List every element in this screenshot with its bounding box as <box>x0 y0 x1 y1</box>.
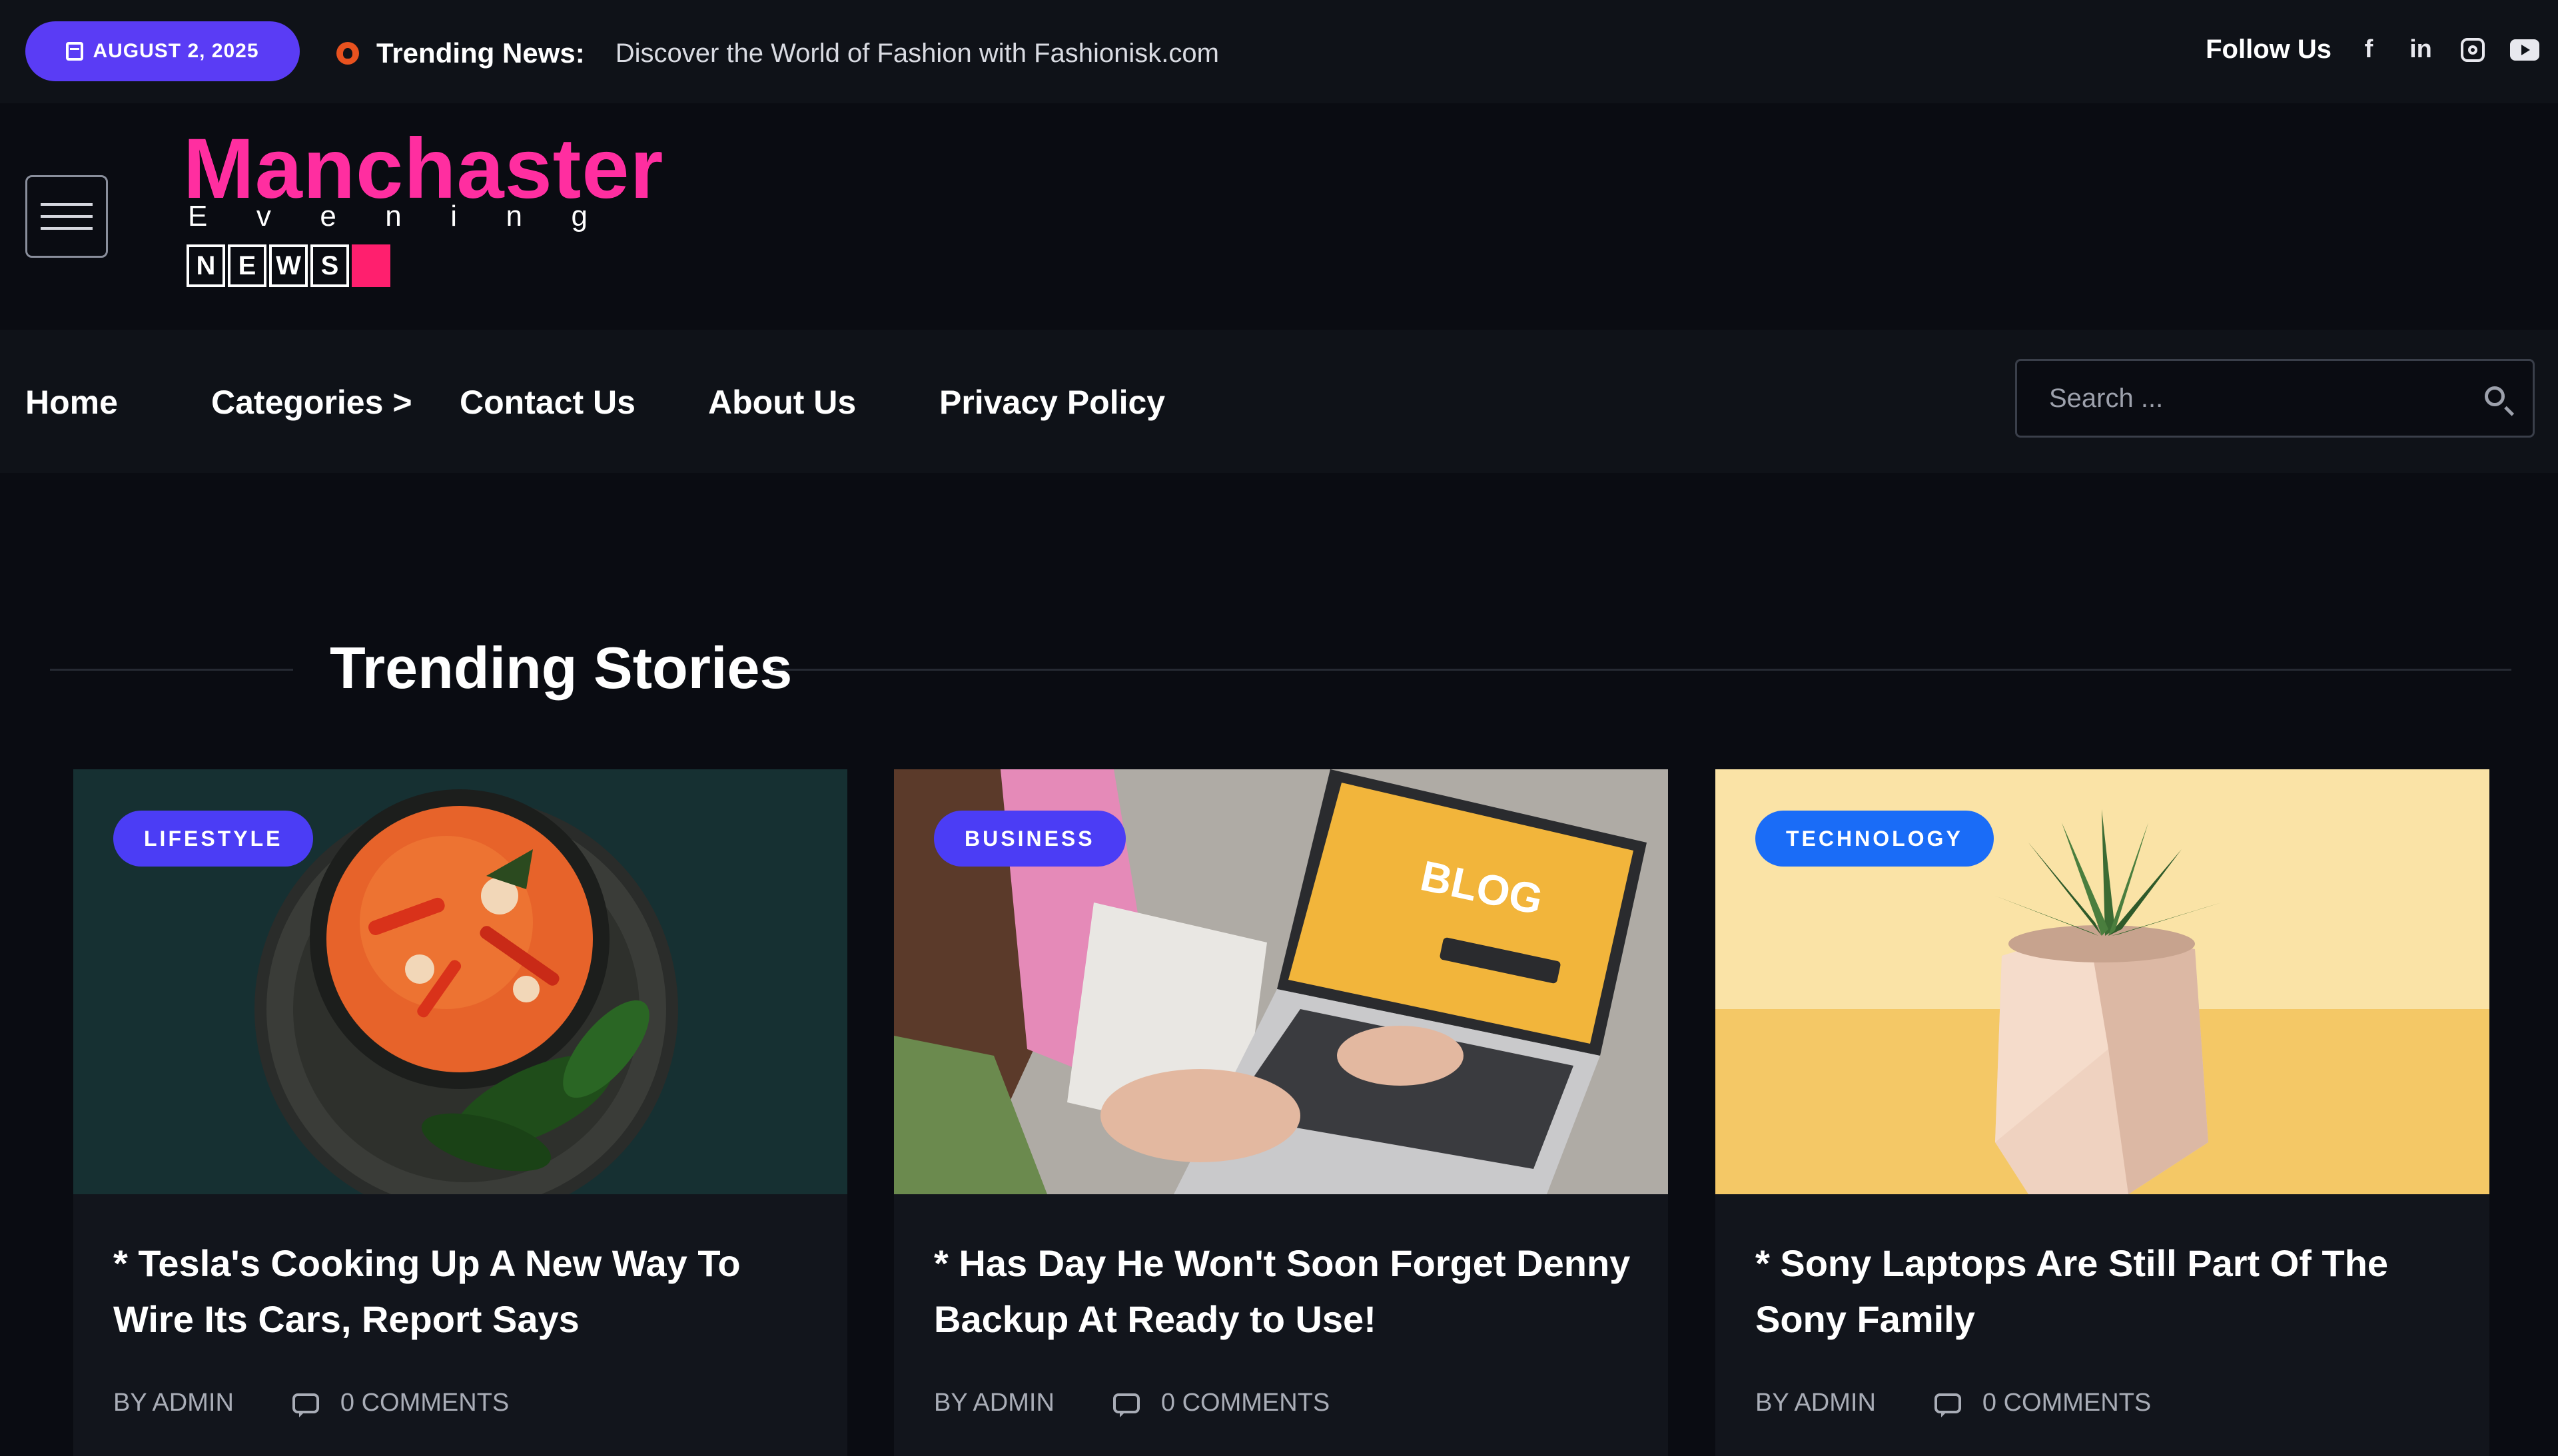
author-link[interactable]: BY ADMIN <box>1755 1389 1876 1417</box>
social-follow: Follow Us f in <box>2206 35 2539 65</box>
calendar-icon <box>66 42 84 61</box>
menu-toggle-button[interactable] <box>25 175 108 258</box>
story-image-plant[interactable]: TECHNOLOGY <box>1715 769 2489 1194</box>
top-bar: AUGUST 2, 2025 Trending News: Discover t… <box>0 0 2558 103</box>
trending-headline-link[interactable]: Discover the World of Fashion with Fashi… <box>616 39 1219 69</box>
comment-icon <box>292 1393 319 1417</box>
nav-contact-us[interactable]: Contact Us <box>460 383 636 422</box>
date-text: AUGUST 2, 2025 <box>93 40 259 62</box>
category-badge[interactable]: TECHNOLOGY <box>1755 811 1994 867</box>
fire-icon <box>336 42 359 65</box>
main-navigation: Home Categories > Contact Us About Us Pr… <box>0 330 2558 473</box>
search-input[interactable]: Search ... <box>2015 359 2535 438</box>
comments-count-link[interactable]: 0 COMMENTS <box>340 1389 509 1417</box>
category-badge[interactable]: LIFESTYLE <box>113 811 314 867</box>
story-title[interactable]: * Has Day He Won't Soon Forget Denny Bac… <box>934 1236 1640 1347</box>
story-title[interactable]: * Sony Laptops Are Still Part Of The Son… <box>1755 1236 2461 1347</box>
author-link[interactable]: BY ADMIN <box>934 1389 1055 1417</box>
nav-about-us[interactable]: About Us <box>708 383 856 422</box>
site-logo-news: N E W S <box>187 244 390 287</box>
story-meta: BY ADMIN 0 COMMENTS <box>1755 1389 2151 1417</box>
youtube-icon[interactable] <box>2510 35 2539 65</box>
story-image-laptop[interactable]: BLOG BUSINESS <box>894 769 1668 1194</box>
site-logo-subtitle: E v e n i n g <box>188 200 588 232</box>
date-badge: AUGUST 2, 2025 <box>25 21 300 81</box>
search-placeholder: Search ... <box>2049 383 2164 413</box>
story-card[interactable]: TECHNOLOGY * Sony Laptops Are Still Part… <box>1715 769 2489 1456</box>
hamburger-line <box>41 203 93 206</box>
hamburger-line <box>41 215 93 218</box>
nav-categories[interactable]: Categories > <box>211 383 412 422</box>
story-meta: BY ADMIN 0 COMMENTS <box>934 1389 1330 1417</box>
section-divider-left <box>50 669 293 671</box>
comments-count-link[interactable]: 0 COMMENTS <box>1161 1389 1330 1417</box>
comments-count-link[interactable]: 0 COMMENTS <box>1982 1389 2151 1417</box>
trending-label: Trending News: <box>376 37 585 69</box>
site-header: Manchaster E v e n i n g N E W S <box>0 103 2558 330</box>
facebook-icon[interactable]: f <box>2354 35 2383 65</box>
story-card[interactable]: BLOG BUSINESS * Has Day He Won't Soon Fo… <box>894 769 1668 1456</box>
story-title[interactable]: * Tesla's Cooking Up A New Way To Wire I… <box>113 1236 819 1347</box>
comment-icon <box>1934 1393 1961 1417</box>
section-divider-right <box>773 669 2511 671</box>
site-logo-title[interactable]: Manchaster <box>183 127 663 212</box>
search-icon[interactable] <box>2485 386 2505 406</box>
story-image-soup[interactable]: LIFESTYLE <box>73 769 847 1194</box>
category-badge[interactable]: BUSINESS <box>934 811 1126 867</box>
instagram-icon[interactable] <box>2458 35 2487 65</box>
trending-news: Trending News: Discover the World of Fas… <box>336 37 1219 70</box>
story-meta: BY ADMIN 0 COMMENTS <box>113 1389 509 1417</box>
author-link[interactable]: BY ADMIN <box>113 1389 234 1417</box>
nav-privacy-policy[interactable]: Privacy Policy <box>939 383 1165 422</box>
hamburger-line <box>41 227 93 230</box>
nav-home[interactable]: Home <box>25 383 118 422</box>
follow-us-label: Follow Us <box>2206 35 2332 64</box>
linkedin-icon[interactable]: in <box>2406 35 2435 65</box>
section-title: Trending Stories <box>330 635 793 701</box>
comment-icon <box>1112 1393 1140 1417</box>
story-card[interactable]: LIFESTYLE * Tesla's Cooking Up A New Way… <box>73 769 847 1456</box>
